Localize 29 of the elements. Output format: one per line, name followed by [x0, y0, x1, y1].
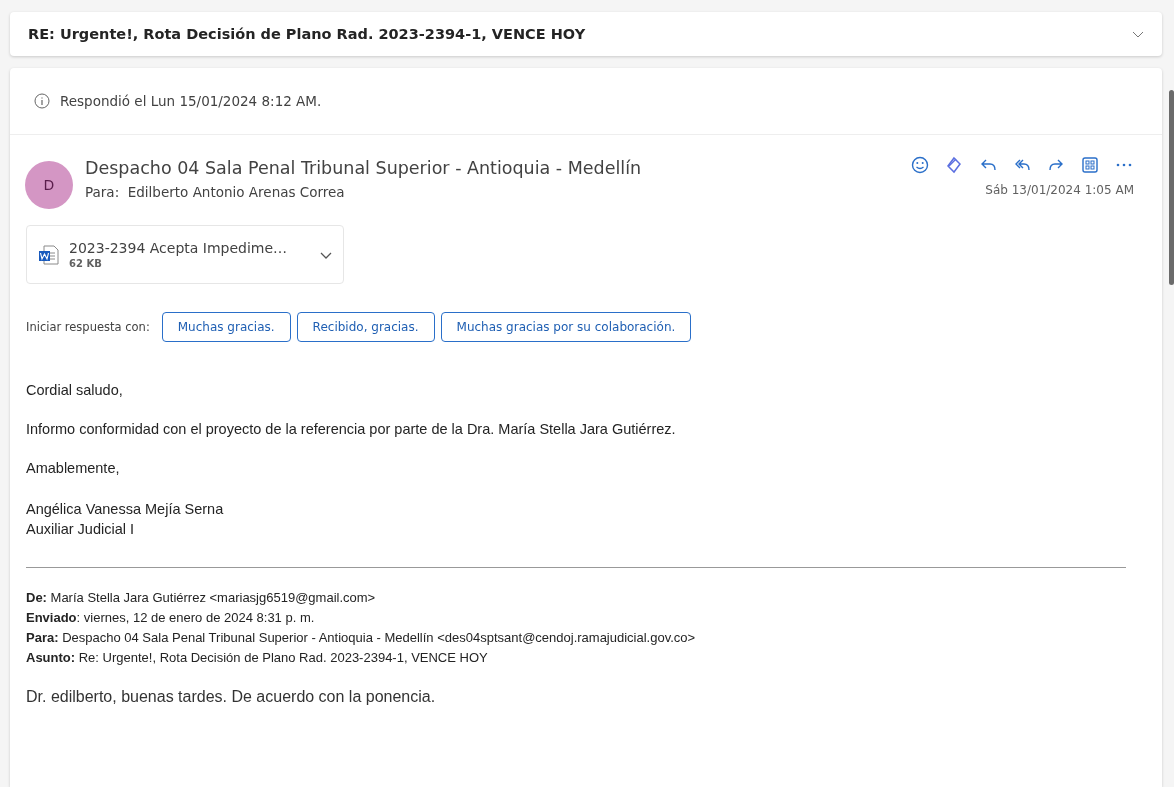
scrollbar-thumb[interactable]: [1169, 90, 1174, 285]
quick-reply-label: Iniciar respuesta con:: [26, 320, 150, 334]
recipient-line: Para: Edilberto Antonio Arenas Correa: [85, 184, 346, 200]
attachment-size: 62 KB: [69, 258, 103, 269]
word-document-icon: [37, 242, 61, 267]
reply-notice: Respondió el Lun 15/01/2024 8:12 AM.: [60, 93, 322, 109]
quick-reply-button[interactable]: Recibido, gracias.: [296, 312, 435, 342]
subject-title: RE: Urgente!, Rota Decisión de Plano Rad. 2023-2394-1, VENCE HOY: [28, 26, 586, 42]
body-paragraph: Cordial saludo,: [26, 382, 124, 398]
attachment-card[interactable]: 2023-2394 Acepta Impedime… 62 KB: [26, 225, 344, 284]
body-paragraph: Amablemente,: [26, 460, 121, 476]
sender-name: Despacho 04 Sala Penal Tribunal Superior - Antioquia - Medellín: [85, 158, 643, 178]
quick-reply-button[interactable]: Muchas gracias por su colaboración.: [440, 312, 692, 342]
quoted-header-line: Para: Despacho 04 Sala Penal Tribunal Superior - Antioquia - Medellín <des04sptsant@cendoj.ramajudicial.gov.co>: [26, 629, 697, 647]
apps-icon[interactable]: [1080, 155, 1100, 175]
attachment-name: 2023-2394 Acepta Impedime…: [69, 240, 289, 256]
signature-line: Angélica Vanessa Mejía Serna: [26, 500, 225, 519]
info-icon: [34, 93, 50, 109]
body-paragraph: Informo conformidad con el proyecto de la referencia por parte de la Dra. María Stella Jara Gutiérrez.: [26, 421, 677, 437]
quoted-header-line: Enviado: viernes, 12 de enero de 2024 8:31 p. m.: [26, 609, 316, 627]
quoted-header-line: Asunto: Re: Urgente!, Rota Decisión de Plano Rad. 2023-2394-1, VENCE HOY: [26, 649, 489, 667]
quoted-body-text: Dr. edilberto, buenas tardes. De acuerdo con la ponencia.: [26, 688, 437, 706]
sender-avatar: D: [25, 161, 73, 209]
loop-icon[interactable]: [944, 155, 964, 175]
emoji-icon[interactable]: [910, 155, 930, 175]
signature-line: Auxiliar Judicial I: [26, 520, 135, 539]
quick-reply-button[interactable]: Muchas gracias.: [161, 312, 291, 342]
quoted-header-line: De: María Stella Jara Gutiérrez <mariasjg6519@gmail.com>: [26, 589, 377, 607]
message-date: Sáb 13/01/2024 1:05 AM: [985, 183, 1134, 197]
